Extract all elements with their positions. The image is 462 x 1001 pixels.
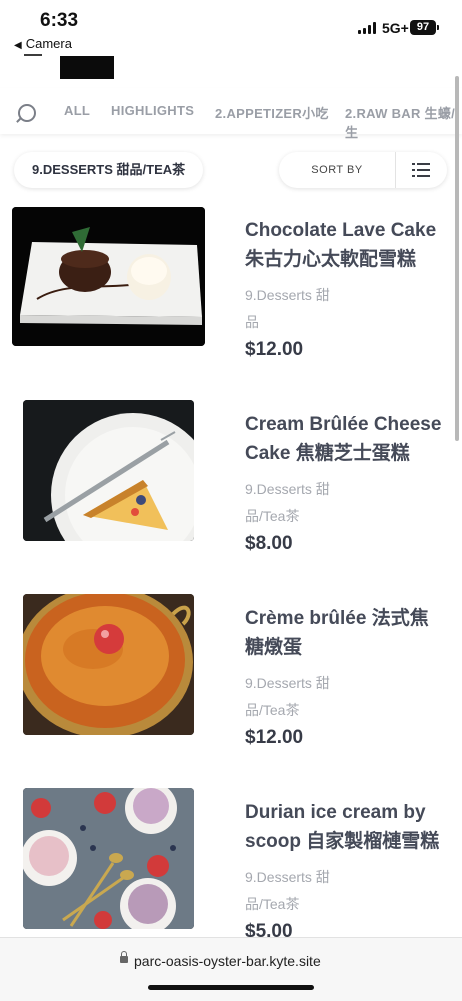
item-title-line1: Durian ice cream by	[245, 802, 426, 823]
item-image-creme-brulee[interactable]	[23, 594, 194, 735]
item-title[interactable]: Chocolate Lave Cake 朱古力心太軟配雪糕	[245, 216, 450, 274]
sort-divider	[395, 152, 396, 188]
item-category-line1: 9.Desserts 甜	[245, 481, 330, 497]
restaurant-logo[interactable]	[60, 56, 114, 79]
url-text[interactable]: parc-oasis-oyster-bar.kyte.site	[134, 953, 321, 969]
ice-cream-photo	[23, 788, 194, 929]
lock-icon	[120, 951, 128, 963]
signal-icon	[358, 22, 376, 34]
cheese-cake-photo	[23, 400, 194, 541]
item-title-line1: Chocolate Lave Cake	[245, 220, 437, 241]
tab-highlights[interactable]: HIGHLIGHTS	[111, 103, 194, 118]
item-category: 9.Desserts 甜 品/Tea茶	[245, 670, 357, 724]
tab-raw-bar[interactable]: 2.RAW BAR 生蠔/生	[345, 103, 462, 141]
item-category-line2: 品/Tea茶	[245, 896, 300, 912]
item-category: 9.Desserts 甜 品/Tea茶	[245, 476, 357, 530]
browser-address-bar[interactable]	[0, 937, 462, 1001]
battery-cap	[437, 25, 439, 30]
item-category: 9.Desserts 甜 品	[245, 282, 357, 336]
creme-brulee-photo	[23, 594, 194, 735]
current-category-chip[interactable]: 9.DESSERTS 甜品/TEA茶	[14, 152, 204, 188]
item-title-line2: 朱古力心太軟配雪糕	[245, 249, 417, 270]
search-icon[interactable]	[18, 104, 36, 122]
list-view-icon[interactable]	[412, 163, 430, 177]
item-category-line1: 9.Desserts 甜	[245, 675, 330, 691]
item-category-line2: 品	[245, 314, 259, 330]
item-price: $12.00	[245, 727, 304, 748]
item-price: $12.00	[245, 339, 304, 360]
item-category-line1: 9.Desserts 甜	[245, 287, 330, 303]
item-image-durian-ice-cream[interactable]	[23, 788, 194, 929]
home-indicator[interactable]	[148, 985, 314, 990]
item-title-line2: 糖燉蛋	[245, 637, 303, 658]
sort-by-button[interactable]: SORT BY	[279, 152, 395, 188]
clock: 6:33	[40, 10, 79, 31]
item-category-line2: 品/Tea茶	[245, 508, 300, 524]
item-title-line2: Cake 焦糖芝士蛋糕	[245, 443, 410, 464]
back-arrow-icon: ◀	[14, 40, 22, 51]
network-type: 5G+	[382, 20, 409, 36]
item-title[interactable]: Crème brûlée 法式焦 糖燉蛋	[245, 604, 450, 662]
back-app-label: Camera	[25, 36, 72, 51]
battery-icon: 97	[410, 20, 436, 35]
page-scrollbar[interactable]	[455, 76, 459, 441]
menu-icon[interactable]	[24, 54, 42, 56]
back-to-app-button[interactable]: ◀ Camera	[14, 36, 72, 51]
item-title-line2: scoop 自家製榴槤雪糕	[245, 831, 440, 852]
item-title-line1: Crème brûlée 法式焦	[245, 608, 429, 629]
item-image-cream-brulee-cheese-cake[interactable]	[23, 400, 194, 541]
status-bar: 6:33 ◀ Camera 5G+ 97	[0, 0, 462, 56]
item-title[interactable]: Durian ice cream by scoop 自家製榴槤雪糕	[245, 798, 450, 856]
item-category: 9.Desserts 甜 品/Tea茶	[245, 864, 357, 918]
item-image-chocolate-lava-cake[interactable]	[12, 207, 205, 346]
item-title[interactable]: Cream Brûlée Cheese Cake 焦糖芝士蛋糕	[245, 410, 450, 468]
chocolate-cake-photo	[12, 207, 205, 346]
item-category-line1: 9.Desserts 甜	[245, 869, 330, 885]
item-title-line1: Cream Brûlée Cheese	[245, 414, 442, 435]
item-price: $8.00	[245, 533, 293, 554]
item-category-line2: 品/Tea茶	[245, 702, 300, 718]
tab-appetizer[interactable]: 2.APPETIZER小吃	[215, 103, 329, 122]
tab-all[interactable]: ALL	[64, 103, 90, 118]
